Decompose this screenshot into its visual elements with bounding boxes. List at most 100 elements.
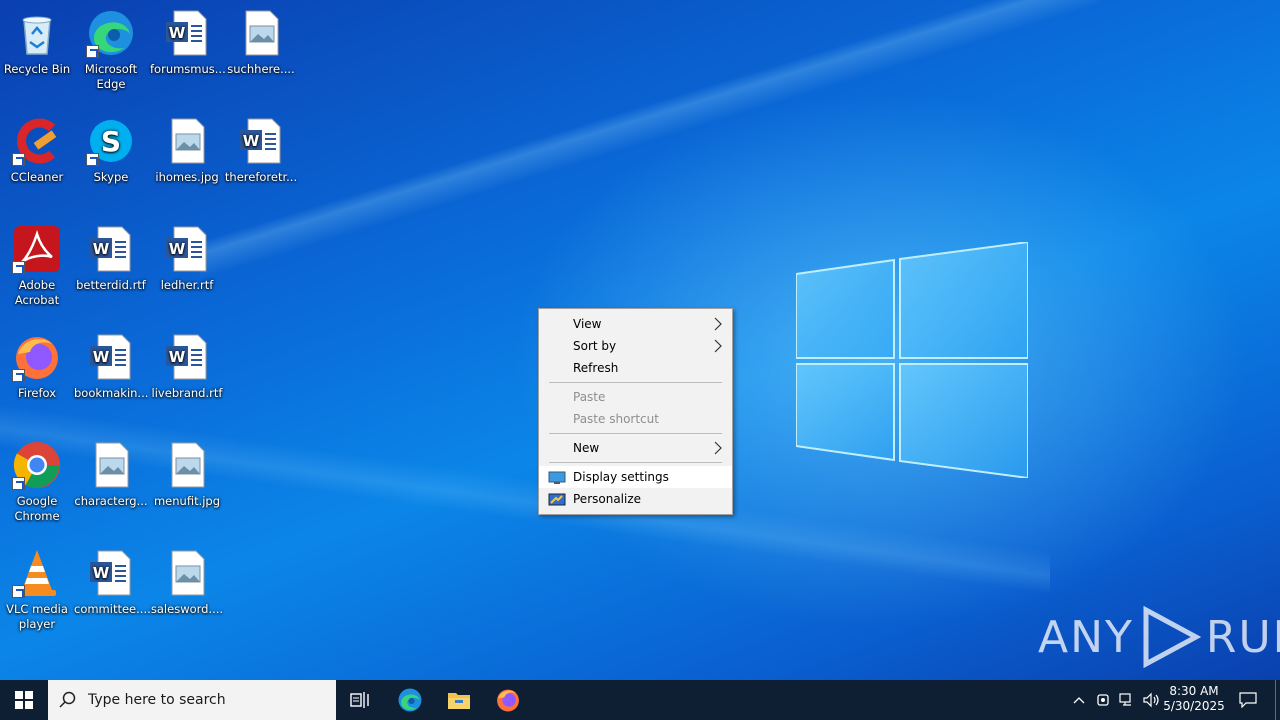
word-document-icon: W (162, 8, 212, 58)
chrome-icon (12, 440, 62, 490)
menu-item-label: Sort by (573, 339, 617, 353)
start-button[interactable] (0, 680, 48, 720)
desktop-icon-suchhere[interactable]: suchhere.... (224, 8, 298, 77)
desktop-icon-label: suchhere.... (227, 62, 295, 76)
word-document-icon: W (86, 548, 136, 598)
desktop-icon-label: menufit.jpg (153, 494, 221, 508)
desktop-icon-firefox[interactable]: Firefox (0, 332, 74, 401)
network-button[interactable] (1115, 680, 1139, 720)
vlc-icon (12, 548, 62, 598)
svg-text:W: W (169, 24, 186, 42)
menu-item-view[interactable]: View (539, 313, 732, 335)
desktop-icon-ccleaner[interactable]: CCleaner (0, 116, 74, 185)
clock-time: 8:30 AM (1169, 684, 1219, 698)
speaker-icon (1143, 692, 1159, 708)
windows-start-icon (15, 691, 33, 709)
watermark-text: ANY (1038, 611, 1134, 663)
action-center-button[interactable] (1232, 680, 1264, 720)
desktop-icon-menufit[interactable]: menufit.jpg (150, 440, 224, 509)
menu-item-label: Personalize (573, 492, 642, 506)
taskbar-file-explorer-button[interactable] (435, 680, 483, 720)
menu-item-paste: Paste (539, 386, 732, 408)
show-desktop-button[interactable] (1275, 680, 1280, 720)
firefox-icon (12, 332, 62, 382)
menu-item-label: View (573, 317, 602, 331)
desktop-icon-skype[interactable]: S Skype (74, 116, 148, 185)
menu-item-display-settings[interactable]: Display settings (539, 466, 732, 488)
shortcut-arrow-icon (86, 45, 99, 58)
ccleaner-icon (12, 116, 62, 166)
recycle-bin-icon (12, 8, 62, 58)
desktop-icon-bookmakin[interactable]: W bookmakin... (74, 332, 148, 401)
desktop-icon-label: livebrand.rtf (151, 386, 223, 400)
desktop-icon-label: Google Chrome (14, 494, 60, 523)
taskbar-clock[interactable]: 8:30 AM 5/30/2025 (1162, 680, 1226, 720)
menu-item-label: Paste (573, 390, 606, 404)
volume-button[interactable] (1139, 680, 1163, 720)
desktop-icon-label: Adobe Acrobat (14, 278, 60, 307)
tray-app-button[interactable] (1092, 680, 1114, 720)
edge-icon (398, 688, 422, 712)
desktop-icon-label: committee.... (74, 602, 151, 616)
image-file-icon (162, 440, 212, 490)
desktop-icon-label: thereforetr... (224, 170, 298, 184)
task-view-button[interactable] (336, 680, 384, 720)
menu-item-label: New (573, 441, 600, 455)
desktop-icon-ihomes[interactable]: ihomes.jpg (150, 116, 224, 185)
desktop-context-menu: View Sort by Refresh Paste Paste shortcu… (538, 308, 733, 515)
taskbar-edge-button[interactable] (386, 680, 434, 720)
tray-app-icon (1097, 694, 1109, 706)
menu-item-label: Refresh (573, 361, 619, 375)
desktop-icon-salesword[interactable]: salesword.... (150, 548, 224, 617)
desktop-icon-label: Recycle Bin (3, 62, 71, 76)
svg-text:S: S (101, 125, 121, 158)
desktop-icon-ledher[interactable]: W ledher.rtf (150, 224, 224, 293)
svg-text:W: W (93, 564, 110, 582)
menu-item-sort-by[interactable]: Sort by (539, 335, 732, 357)
image-file-icon (162, 548, 212, 598)
network-icon (1119, 693, 1131, 706)
desktop-icon-label: Skype (93, 170, 129, 184)
menu-item-new[interactable]: New (539, 437, 732, 459)
task-view-icon (350, 692, 369, 708)
personalize-icon (548, 492, 566, 506)
desktop-icon-label: bookmakin... (74, 386, 149, 400)
desktop-icon-betterdid[interactable]: W betterdid.rtf (74, 224, 148, 293)
show-hidden-icons-button[interactable] (1068, 680, 1090, 720)
desktop-icon-thereforetr[interactable]: W thereforetr... (224, 116, 298, 185)
desktop-icon-label: betterdid.rtf (76, 278, 146, 292)
desktop-icon-google-chrome[interactable]: Google Chrome (0, 440, 74, 524)
word-document-icon: W (86, 224, 136, 274)
desktop-icon-characterg[interactable]: characterg... (74, 440, 148, 509)
taskbar-firefox-button[interactable] (484, 680, 532, 720)
desktop-icon-microsoft-edge[interactable]: Microsoft Edge (74, 8, 148, 92)
desktop-icon-committee[interactable]: W committee.... (74, 548, 151, 617)
taskbar-search-box[interactable]: Type here to search (48, 680, 336, 720)
desktop-icon-label: Microsoft Edge (84, 62, 138, 91)
menu-separator (549, 462, 722, 463)
desktop-icon-adobe-acrobat[interactable]: Adobe Acrobat (0, 224, 74, 308)
edge-icon (86, 8, 136, 58)
image-file-icon (162, 116, 212, 166)
svg-text:W: W (93, 348, 110, 366)
search-icon (48, 691, 88, 709)
desktop-icon-label: salesword.... (150, 602, 224, 616)
shortcut-arrow-icon (12, 261, 25, 274)
anyrun-watermark: ANY RUN (1038, 606, 1280, 668)
word-document-icon: W (86, 332, 136, 382)
desktop-icon-recycle-bin[interactable]: Recycle Bin (0, 8, 74, 77)
menu-item-refresh[interactable]: Refresh (539, 357, 732, 379)
desktop-icon-livebrand[interactable]: W livebrand.rtf (150, 332, 224, 401)
shortcut-arrow-icon (86, 153, 99, 166)
svg-text:W: W (243, 132, 260, 150)
desktop-icon-vlc[interactable]: VLC media player (0, 548, 74, 632)
svg-text:W: W (169, 348, 186, 366)
menu-separator (549, 382, 722, 383)
acrobat-icon (12, 224, 62, 274)
skype-icon: S (86, 116, 136, 166)
folder-icon (448, 693, 470, 709)
desktop-icon-forumsmus[interactable]: W forumsmus... (150, 8, 226, 77)
menu-item-personalize[interactable]: Personalize (539, 488, 732, 510)
play-triangle-icon (1143, 606, 1202, 668)
desktop-icon-label: ihomes.jpg (155, 170, 219, 184)
